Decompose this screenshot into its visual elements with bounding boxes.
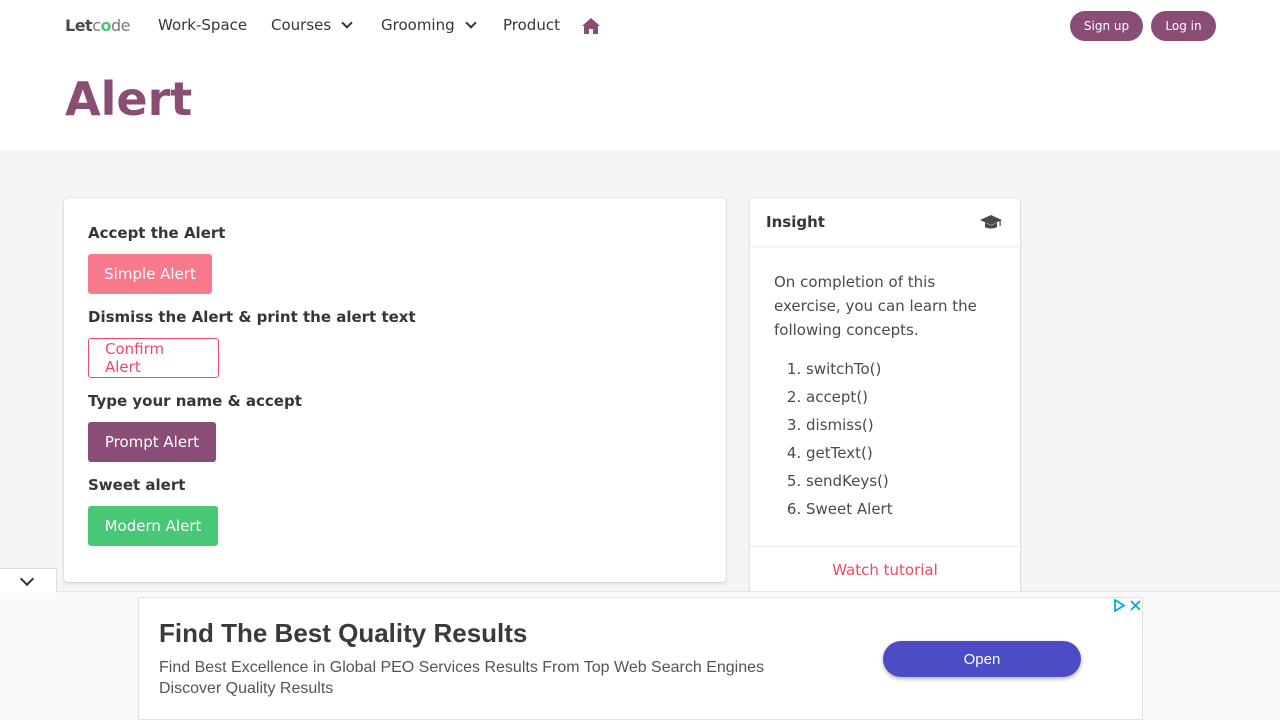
logo-suffix: de	[111, 16, 131, 35]
prompt-alert-label: Type your name & accept	[88, 392, 302, 410]
nav-item-grooming[interactable]: Grooming	[381, 16, 477, 34]
graduation-cap-icon	[980, 215, 1002, 229]
hero: Alert	[0, 52, 1280, 150]
ad-banner[interactable]: Find The Best Quality Results Find Best …	[138, 597, 1143, 720]
chevron-down-icon	[464, 16, 477, 29]
dismiss-alert-label: Dismiss the Alert & print the alert text	[88, 308, 416, 326]
logo-o: o	[100, 16, 112, 35]
ad-open-button[interactable]: Open	[883, 641, 1081, 677]
ad-description: Find Best Excellence in Global PEO Servi…	[159, 657, 799, 699]
watch-tutorial-link[interactable]: Watch tutorial	[750, 561, 1020, 579]
sweet-alert-label: Sweet alert	[88, 476, 186, 494]
insight-header: Insight	[750, 198, 1020, 246]
simple-alert-button[interactable]: Simple Alert	[88, 254, 212, 294]
concept-item: Sweet Alert	[806, 498, 893, 526]
concept-item: sendKeys()	[806, 470, 893, 498]
ad-collapse-button[interactable]	[0, 568, 57, 593]
page-title: Alert	[65, 72, 193, 126]
concept-item: accept()	[806, 386, 893, 414]
letcode-logo[interactable]: Letcode	[65, 16, 131, 35]
logo-prefix: Let	[65, 16, 93, 35]
ad-description-line: Find Best Excellence in Global PEO Servi…	[159, 659, 765, 676]
chevron-down-icon	[341, 16, 353, 29]
ad-title[interactable]: Find The Best Quality Results	[159, 618, 527, 649]
confirm-alert-button[interactable]: Confirm Alert	[88, 338, 219, 378]
nav-item-courses[interactable]: Courses	[271, 16, 353, 34]
concept-item: getText()	[806, 442, 893, 470]
insight-title: Insight	[766, 213, 825, 231]
exercise-card: Accept the Alert Simple Alert Dismiss th…	[64, 198, 726, 582]
logo-c: c	[92, 16, 101, 35]
ad-description-line: Discover Quality Results	[159, 680, 334, 697]
concept-item: dismiss()	[806, 414, 893, 442]
nav-item-product[interactable]: Product	[503, 16, 560, 34]
nav-item-work-space[interactable]: Work-Space	[158, 16, 247, 34]
chevron-down-icon	[19, 571, 35, 587]
close-icon[interactable]	[1129, 599, 1142, 612]
insight-intro: On completion of this exercise, you can …	[774, 273, 977, 339]
nav-item-label: Work-Space	[158, 16, 248, 34]
nav-item-label: Courses	[271, 16, 332, 34]
nav-item-label: Product	[503, 16, 560, 34]
insight-card: Insight On completion of this exercise, …	[750, 198, 1020, 598]
modern-alert-button[interactable]: Modern Alert	[88, 506, 218, 546]
nav-item-label: Grooming	[381, 16, 455, 34]
prompt-alert-button[interactable]: Prompt Alert	[88, 422, 216, 462]
sign-up-button[interactable]: Sign up	[1070, 11, 1143, 41]
concept-item: switchTo()	[806, 358, 893, 386]
home-icon[interactable]	[582, 18, 600, 34]
concept-list: switchTo() accept() dismiss() getText() …	[790, 358, 893, 526]
log-in-button[interactable]: Log in	[1151, 11, 1216, 41]
navbar: Letcode Work-Space Courses Grooming Prod…	[0, 0, 1280, 52]
accept-alert-label: Accept the Alert	[88, 224, 226, 242]
adchoices-icon[interactable]	[1113, 599, 1126, 612]
